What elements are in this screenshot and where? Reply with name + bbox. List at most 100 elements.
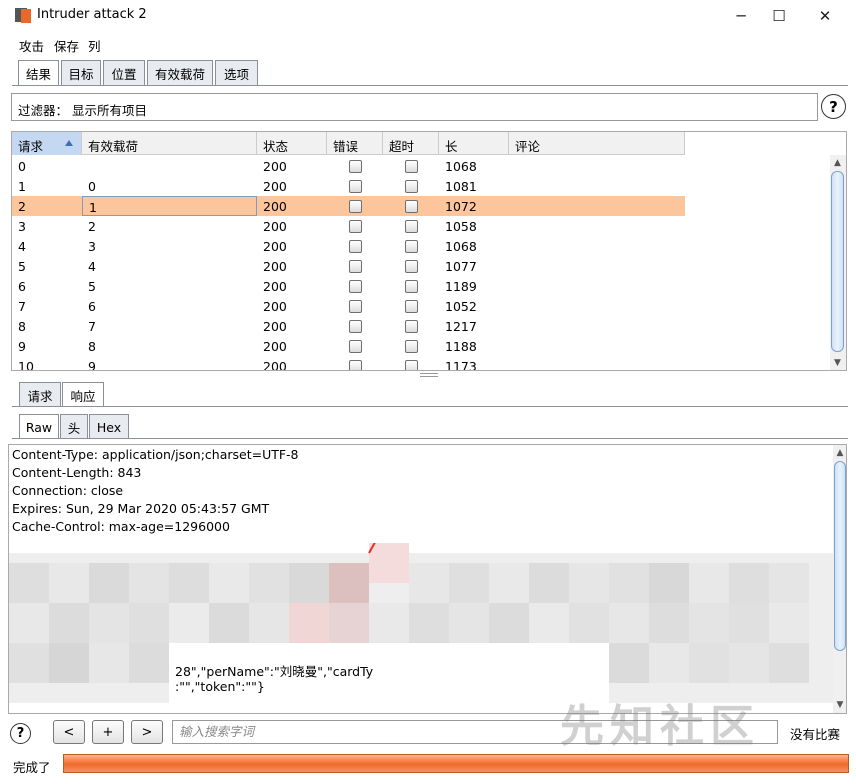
cell-payload: 3 bbox=[88, 239, 96, 254]
checkbox-timeout[interactable] bbox=[405, 220, 418, 233]
scroll-down-icon[interactable]: ▼ bbox=[830, 355, 845, 370]
checkbox-error[interactable] bbox=[349, 260, 362, 273]
cell-request: 1 bbox=[18, 179, 26, 194]
checkbox-timeout[interactable] bbox=[405, 300, 418, 313]
column-header-error[interactable]: 错误 bbox=[327, 132, 383, 155]
cell-request: 3 bbox=[18, 219, 26, 234]
checkbox-error[interactable] bbox=[349, 280, 362, 293]
close-button[interactable]: ✕ bbox=[802, 0, 848, 31]
tab-response[interactable]: 响应 bbox=[62, 382, 104, 407]
checkbox-error[interactable] bbox=[349, 180, 362, 193]
checkbox-timeout[interactable] bbox=[405, 160, 418, 173]
maximize-button[interactable]: ☐ bbox=[756, 0, 802, 31]
table-row[interactable]: 2 1 200 1072 bbox=[12, 196, 685, 216]
tab-request[interactable]: 请求 bbox=[19, 382, 61, 407]
cell-request: 10 bbox=[18, 359, 34, 371]
results-table: 请求 有效载荷 状态 错误 超时 长 评论 0 200 1068 1 0 200 1081 2… bbox=[11, 131, 847, 371]
checkbox-error[interactable] bbox=[349, 240, 362, 253]
tab-hex[interactable]: Hex bbox=[89, 414, 129, 439]
column-header-request[interactable]: 请求 bbox=[12, 132, 82, 155]
checkbox-timeout[interactable] bbox=[405, 360, 418, 370]
table-row[interactable]: 8 7 200 1217 bbox=[12, 316, 685, 336]
table-row[interactable]: 10 9 200 1173 bbox=[12, 356, 685, 371]
tab-results[interactable]: 结果 bbox=[18, 60, 59, 86]
menu-columns[interactable]: 列 bbox=[88, 36, 101, 55]
cell-request: 2 bbox=[18, 199, 26, 214]
checkbox-error[interactable] bbox=[349, 220, 362, 233]
pane-splitter[interactable] bbox=[420, 373, 438, 377]
cell-length: 1068 bbox=[445, 159, 477, 174]
table-row[interactable]: 9 8 200 1188 bbox=[12, 336, 685, 356]
table-row[interactable]: 7 6 200 1052 bbox=[12, 296, 685, 316]
cell-payload: 1 bbox=[82, 196, 257, 216]
checkbox-error[interactable] bbox=[349, 320, 362, 333]
tab-target[interactable]: 目标 bbox=[61, 60, 101, 85]
cell-payload bbox=[82, 156, 257, 176]
checkbox-error[interactable] bbox=[349, 160, 362, 173]
cell-payload: 0 bbox=[88, 179, 96, 194]
cell-status: 200 bbox=[263, 239, 287, 254]
column-header-payload[interactable]: 有效载荷 bbox=[82, 132, 257, 155]
table-row[interactable]: 1 0 200 1081 bbox=[12, 176, 685, 196]
column-header-length[interactable]: 长 bbox=[439, 132, 509, 155]
table-row[interactable]: 4 3 200 1068 bbox=[12, 236, 685, 256]
cell-payload: 2 bbox=[88, 219, 96, 234]
checkbox-timeout[interactable] bbox=[405, 340, 418, 353]
table-row[interactable]: 6 5 200 1189 bbox=[12, 276, 685, 296]
response-scrollbar[interactable]: ▲ ▼ bbox=[833, 445, 846, 713]
cell-request: 4 bbox=[18, 239, 26, 254]
filter-bar[interactable]: 过滤器： 显示所有项目 bbox=[11, 93, 818, 121]
checkbox-error[interactable] bbox=[349, 200, 362, 213]
filter-label: 过滤器： 显示所有项目 bbox=[18, 103, 147, 118]
title-bar: Intruder attack 2 ─ ☐ ✕ bbox=[0, 0, 856, 31]
cell-status: 200 bbox=[263, 219, 287, 234]
column-header-comment[interactable]: 评论 bbox=[509, 132, 685, 155]
previous-match-button[interactable]: < bbox=[53, 720, 85, 744]
cell-payload: 8 bbox=[88, 339, 96, 354]
scrollbar-thumb[interactable] bbox=[831, 171, 844, 352]
cell-status: 200 bbox=[263, 339, 287, 354]
column-header-timeout[interactable]: 超时 bbox=[383, 132, 439, 155]
tab-headers[interactable]: 头 bbox=[60, 414, 88, 439]
next-match-button[interactable]: > bbox=[131, 720, 163, 744]
scrollbar-thumb[interactable] bbox=[834, 461, 846, 651]
response-viewer[interactable]: Content-Type: application/json;charset=U… bbox=[8, 444, 847, 714]
burp-app-icon bbox=[15, 8, 31, 24]
column-header-status[interactable]: 状态 bbox=[257, 132, 327, 155]
tab-raw[interactable]: Raw bbox=[19, 414, 59, 439]
add-search-button[interactable]: + bbox=[92, 720, 124, 744]
checkbox-timeout[interactable] bbox=[405, 200, 418, 213]
table-row[interactable]: 5 4 200 1077 bbox=[12, 256, 685, 276]
menu-attack[interactable]: 攻击 bbox=[19, 36, 44, 55]
checkbox-error[interactable] bbox=[349, 340, 362, 353]
redacted-response-body bbox=[9, 543, 835, 703]
cell-length: 1052 bbox=[445, 299, 477, 314]
checkbox-timeout[interactable] bbox=[405, 320, 418, 333]
tab-positions[interactable]: 位置 bbox=[103, 60, 145, 85]
cell-length: 1217 bbox=[445, 319, 477, 334]
cell-payload: 9 bbox=[88, 359, 96, 371]
search-help-icon[interactable]: ? bbox=[10, 723, 31, 744]
response-line: Content-Length: 843 bbox=[12, 465, 142, 480]
response-line: Content-Type: application/json;charset=U… bbox=[12, 447, 299, 462]
table-scrollbar[interactable]: ▲ ▼ bbox=[830, 155, 846, 370]
detail-tab-divider bbox=[12, 406, 848, 407]
scroll-up-icon[interactable]: ▲ bbox=[830, 155, 845, 170]
menu-save[interactable]: 保存 bbox=[54, 36, 79, 55]
checkbox-timeout[interactable] bbox=[405, 260, 418, 273]
checkbox-error[interactable] bbox=[349, 360, 362, 370]
checkbox-error[interactable] bbox=[349, 300, 362, 313]
table-row[interactable]: 3 2 200 1058 bbox=[12, 216, 685, 236]
checkbox-timeout[interactable] bbox=[405, 280, 418, 293]
cell-request: 8 bbox=[18, 319, 26, 334]
table-row[interactable]: 0 200 1068 bbox=[12, 156, 685, 176]
checkbox-timeout[interactable] bbox=[405, 180, 418, 193]
watermark-logo: 先知社区 bbox=[560, 701, 760, 752]
tab-options[interactable]: 选项 bbox=[215, 60, 258, 85]
response-line: Cache-Control: max-age=1296000 bbox=[12, 519, 230, 534]
format-tab-divider bbox=[12, 438, 848, 439]
scroll-up-icon[interactable]: ▲ bbox=[833, 445, 846, 460]
tab-payloads[interactable]: 有效载荷 bbox=[147, 60, 213, 85]
checkbox-timeout[interactable] bbox=[405, 240, 418, 253]
filter-help-icon[interactable]: ? bbox=[821, 94, 846, 119]
